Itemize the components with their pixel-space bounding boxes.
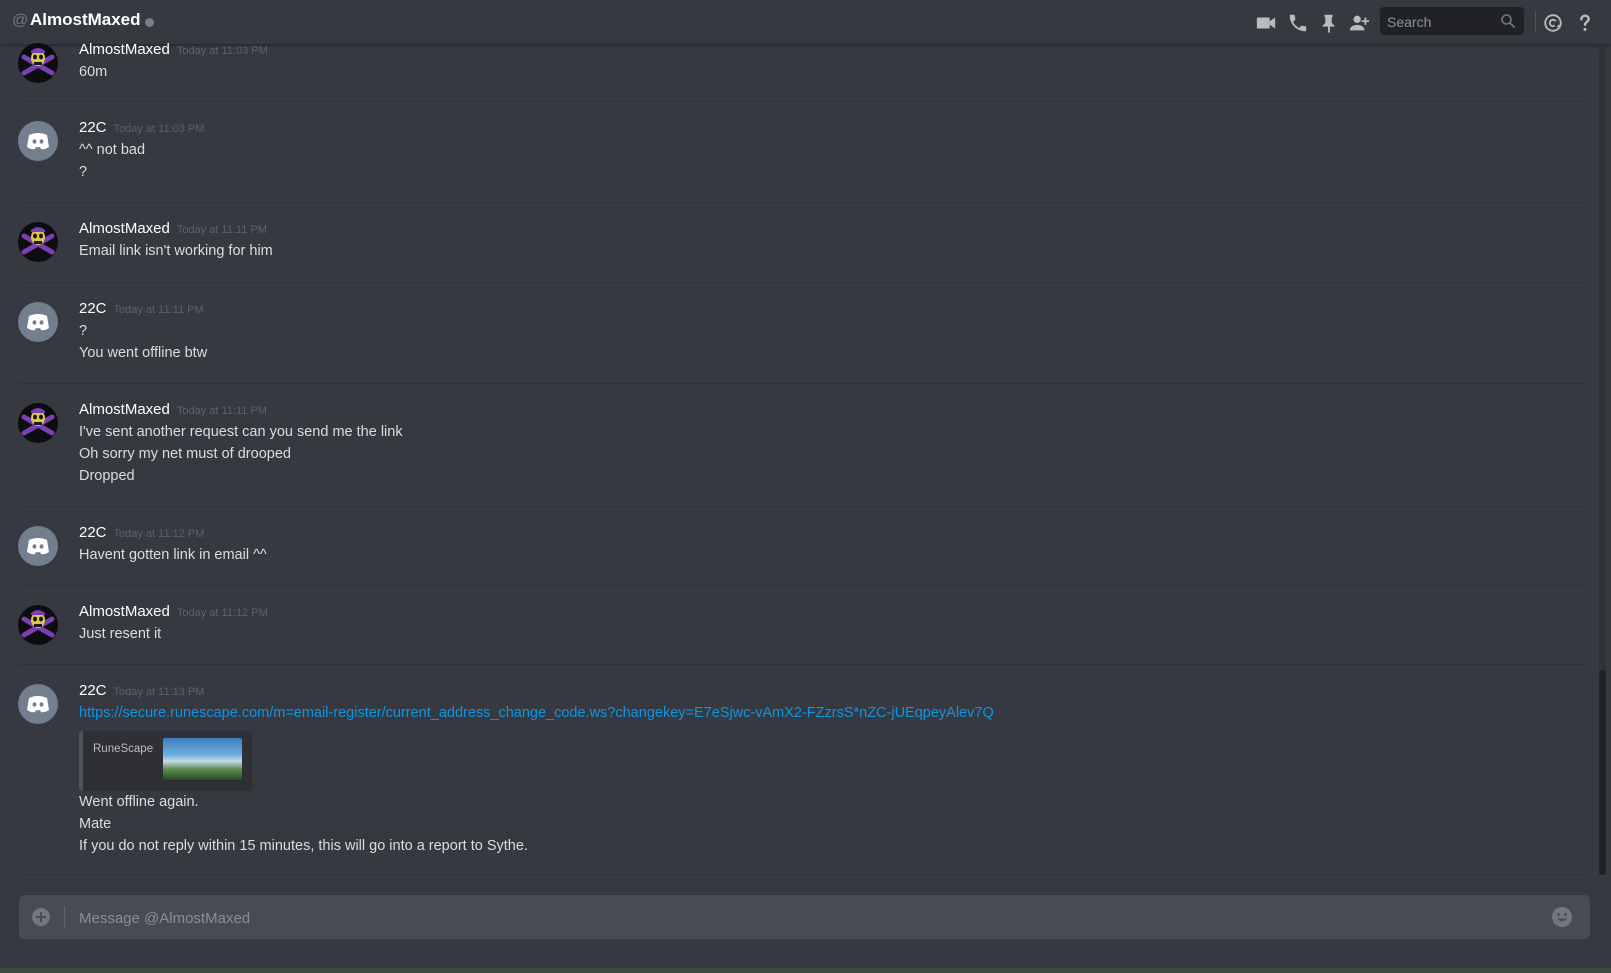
message-text: ?	[79, 164, 88, 180]
message-group: 22C Today at 11:13 PM https://secure.rune…	[18, 665, 1588, 875]
message-header: 22C Today at 11:13 PM	[79, 682, 204, 699]
message-text: Just resent it	[79, 626, 162, 642]
embed-provider[interactable]: RuneScape	[93, 743, 153, 755]
message-input[interactable]	[77, 895, 1501, 941]
discord-default-avatar-icon	[27, 314, 49, 331]
message-group: AlmostMaxed Today at 11:11 PM Email link …	[18, 203, 1588, 283]
search-box[interactable]	[1380, 7, 1524, 37]
username[interactable]: AlmostMaxed	[79, 220, 170, 237]
skull-crossbones-avatar-icon	[21, 48, 55, 76]
message-header: AlmostMaxed Today at 11:11 PM	[79, 401, 267, 418]
message-header: 22C Today at 11:03 PM	[79, 119, 204, 136]
avatar[interactable]	[18, 526, 58, 566]
link-embed[interactable]: RuneScape	[79, 731, 252, 791]
scrollbar-thumb[interactable]	[1599, 670, 1606, 875]
message-header: 22C Today at 11:11 PM	[79, 300, 204, 317]
search-icon	[1501, 14, 1516, 29]
username[interactable]: 22C	[79, 682, 107, 699]
add-friend-icon[interactable]	[1348, 12, 1370, 34]
message-group: 22C Today at 11:12 PM Havent gotten link …	[18, 507, 1588, 586]
message-text: Havent gotten link in email ^^	[79, 547, 267, 563]
username[interactable]: 22C	[79, 300, 107, 317]
timestamp: Today at 11:11 PM	[176, 405, 267, 417]
dm-at-symbol: @	[12, 12, 29, 29]
message-header: AlmostMaxed Today at 11:11 PM	[79, 220, 267, 237]
message-text: Oh sorry my net must of drooped	[79, 446, 291, 462]
username[interactable]: 22C	[79, 524, 107, 541]
timestamp: Today at 11:03 PM	[176, 45, 268, 57]
message-group: AlmostMaxed Today at 11:03 PM 60m	[18, 41, 1588, 102]
message-link[interactable]: https://secure.runescape.com/m=email-reg…	[79, 705, 994, 721]
message-group: 22C Today at 11:03 PM ^^ not bad ?	[18, 102, 1588, 203]
help-icon[interactable]	[1574, 12, 1596, 34]
username[interactable]: 22C	[79, 119, 107, 136]
skull-crossbones-avatar-icon	[21, 227, 55, 255]
timestamp: Today at 11:11 PM	[113, 304, 204, 316]
avatar[interactable]	[18, 121, 58, 161]
message-text: Mate	[79, 816, 112, 832]
channel-header: @ AlmostMaxed	[0, 0, 1611, 45]
timestamp: Today at 11:13 PM	[113, 686, 205, 698]
timestamp: Today at 11:11 PM	[176, 224, 267, 236]
search-input[interactable]	[1380, 7, 1499, 37]
video-camera-icon[interactable]	[1255, 12, 1277, 34]
composer-divider	[64, 906, 65, 928]
avatar[interactable]	[18, 43, 58, 83]
avatar[interactable]	[18, 684, 58, 724]
message-text: ?	[79, 323, 88, 339]
phone-icon[interactable]	[1287, 12, 1309, 34]
discord-default-avatar-icon	[27, 696, 49, 713]
message-group: AlmostMaxed Today at 11:12 PM Just resent…	[18, 586, 1588, 665]
skull-crossbones-avatar-icon	[21, 408, 55, 436]
username[interactable]: AlmostMaxed	[79, 41, 170, 58]
timestamp: Today at 11:12 PM	[176, 607, 268, 619]
avatar[interactable]	[18, 605, 58, 645]
message-header: AlmostMaxed Today at 11:12 PM	[79, 603, 268, 620]
timestamp: Today at 11:12 PM	[113, 528, 205, 540]
message-text: Email link isn't working for him	[79, 243, 273, 259]
message-text: ^^ not bad	[79, 142, 146, 158]
message-header: AlmostMaxed Today at 11:03 PM	[79, 41, 268, 58]
discord-default-avatar-icon	[27, 538, 49, 555]
message-text: 60m	[79, 64, 108, 80]
header-divider	[1535, 11, 1536, 33]
message-text: I've sent another request can you send m…	[79, 424, 403, 440]
message-text: You went offline btw	[79, 345, 208, 361]
taskbar-edge	[0, 968, 1611, 973]
message-group: AlmostMaxed Today at 11:11 PM I've sent a…	[18, 384, 1588, 507]
message-text: If you do not reply within 15 minutes, t…	[79, 838, 528, 854]
emoji-icon[interactable]	[1551, 906, 1573, 928]
username[interactable]: AlmostMaxed	[79, 603, 170, 620]
avatar[interactable]	[18, 403, 58, 443]
timestamp: Today at 11:03 PM	[113, 123, 205, 135]
message-list[interactable]: AlmostMaxed Today at 11:03 PM 60m 22C Toda…	[0, 41, 1590, 875]
pin-icon[interactable]	[1318, 12, 1340, 34]
skull-crossbones-avatar-icon	[21, 610, 55, 638]
message-group: 22C Today at 11:11 PM ? You went offline …	[18, 283, 1588, 384]
embed-thumbnail[interactable]	[163, 738, 242, 780]
plus-icon[interactable]	[31, 907, 51, 927]
message-text: Dropped	[79, 468, 135, 484]
avatar[interactable]	[18, 302, 58, 342]
message-text: Went offline again.	[79, 794, 199, 810]
username[interactable]: AlmostMaxed	[79, 401, 170, 418]
status-offline-indicator	[145, 18, 154, 27]
discord-default-avatar-icon	[27, 133, 49, 150]
avatar[interactable]	[18, 222, 58, 262]
message-composer	[19, 895, 1590, 941]
channel-title[interactable]: AlmostMaxed	[30, 10, 141, 30]
message-header: 22C Today at 11:12 PM	[79, 524, 204, 541]
mention-icon[interactable]	[1542, 12, 1564, 34]
